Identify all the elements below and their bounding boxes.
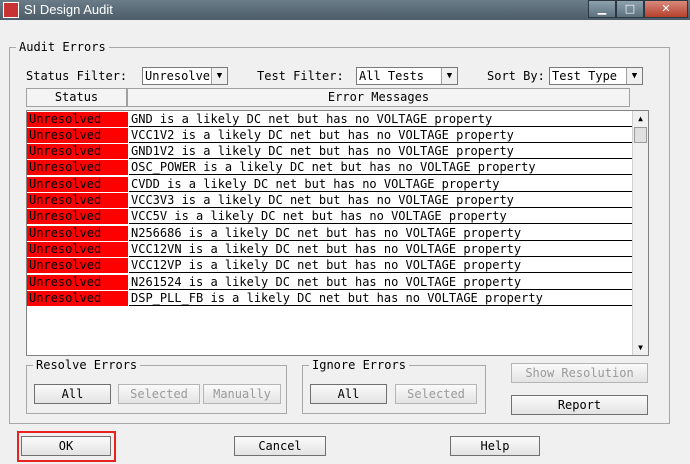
ignore-all-button[interactable]: All [310, 384, 387, 404]
app-icon [3, 2, 19, 18]
status-filter-value: Unresolve [145, 69, 211, 83]
message-cell: OSC_POWER is a likely DC net but has no … [129, 160, 632, 175]
table-row[interactable]: Unresolved OSC_POWER is a likely DC net b… [27, 160, 632, 176]
status-cell: Unresolved [27, 128, 128, 143]
status-cell: Unresolved [27, 291, 128, 306]
maximize-icon: □ [624, 2, 636, 15]
cancel-button[interactable]: Cancel [234, 436, 326, 456]
status-filter-label: Status Filter: [26, 69, 128, 83]
maximize-button[interactable]: □ [616, 0, 644, 18]
si-design-audit-window: SI Design Audit ▁ □ ✕ Audit Errors Statu… [0, 0, 690, 464]
help-button[interactable]: Help [450, 436, 540, 456]
table-row[interactable]: Unresolved VCC12VP is a likely DC net but… [27, 258, 632, 274]
close-button[interactable]: ✕ [644, 0, 688, 18]
status-cell: Unresolved [27, 275, 128, 290]
message-cell: VCC5V is a likely DC net but has no VOLT… [129, 209, 632, 224]
status-cell: Unresolved [27, 144, 128, 159]
test-filter-value: All Tests [359, 69, 425, 83]
table-row[interactable]: Unresolved N261524 is a likely DC net but… [27, 275, 632, 291]
resolve-manually-button[interactable]: Manually [203, 384, 281, 404]
table-row[interactable]: Unresolved VCC12VN is a likely DC net but… [27, 242, 632, 258]
message-cell: CVDD is a likely DC net but has no VOLTA… [129, 177, 632, 192]
message-cell: VCC1V2 is a likely DC net but has no VOL… [129, 128, 632, 143]
table-row[interactable]: Unresolved VCC5V is a likely DC net but h… [27, 209, 632, 225]
scrollbar-thumb[interactable] [634, 127, 647, 143]
resolve-all-button[interactable]: All [34, 384, 111, 404]
minimize-button[interactable]: ▁ [588, 0, 616, 18]
ignore-selected-button[interactable]: Selected [395, 384, 477, 404]
minimize-icon: ▁ [597, 2, 607, 15]
status-filter-select[interactable]: Unresolve ▼ [142, 67, 228, 85]
table-row[interactable]: Unresolved CVDD is a likely DC net but ha… [27, 177, 632, 193]
close-icon: ✕ [661, 2, 671, 15]
resolve-selected-button[interactable]: Selected [118, 384, 200, 404]
message-cell: DSP_PLL_FB is a likely DC net but has no… [129, 291, 632, 306]
message-cell: VCC12VN is a likely DC net but has no VO… [129, 242, 632, 257]
ok-highlight-box [17, 431, 116, 462]
table-row[interactable]: Unresolved DSP_PLL_FB is a likely DC net … [27, 291, 632, 307]
window-title: SI Design Audit [24, 2, 113, 17]
status-cell: Unresolved [27, 193, 128, 208]
table-row[interactable]: Unresolved GND1V2 is a likely DC net but … [27, 144, 632, 160]
status-cell: Unresolved [27, 112, 128, 127]
message-cell: VCC3V3 is a likely DC net but has no VOL… [129, 193, 632, 208]
message-cell: N256686 is a likely DC net but has no VO… [129, 226, 632, 241]
sort-by-select[interactable]: Test Type ▼ [549, 67, 643, 85]
status-cell: Unresolved [27, 226, 128, 241]
chevron-down-icon[interactable]: ▼ [441, 68, 457, 84]
status-cell: Unresolved [27, 177, 128, 192]
message-cell: GND1V2 is a likely DC net but has no VOL… [129, 144, 632, 159]
message-cell: VCC12VP is a likely DC net but has no VO… [129, 258, 632, 273]
status-cell: Unresolved [27, 160, 128, 175]
ignore-errors-label: Ignore Errors [309, 358, 409, 372]
sort-by-label: Sort By: [487, 69, 545, 83]
table-row[interactable]: Unresolved VCC3V3 is a likely DC net but … [27, 193, 632, 209]
table-row[interactable]: Unresolved VCC1V2 is a likely DC net but … [27, 128, 632, 144]
column-header-status[interactable]: Status [26, 88, 127, 107]
chevron-down-icon[interactable]: ▼ [211, 68, 227, 84]
sort-by-value: Test Type [552, 69, 618, 83]
report-button[interactable]: Report [511, 395, 648, 415]
vertical-scrollbar[interactable]: ▲ ▼ [632, 111, 648, 355]
arrow-up-icon[interactable]: ▲ [633, 111, 648, 126]
status-cell: Unresolved [27, 209, 128, 224]
arrow-down-icon[interactable]: ▼ [633, 340, 648, 355]
message-cell: GND is a likely DC net but has no VOLTAG… [129, 112, 632, 127]
resolve-errors-label: Resolve Errors [33, 358, 141, 372]
title-bar[interactable]: SI Design Audit ▁ □ ✕ [0, 0, 690, 20]
table-row[interactable]: Unresolved GND is a likely DC net but has… [27, 112, 632, 128]
audit-errors-label: Audit Errors [16, 40, 109, 54]
status-cell: Unresolved [27, 258, 128, 273]
error-list[interactable]: Unresolved GND is a likely DC net but has… [26, 110, 649, 356]
status-cell: Unresolved [27, 242, 128, 257]
message-cell: N261524 is a likely DC net but has no VO… [129, 275, 632, 290]
test-filter-select[interactable]: All Tests ▼ [356, 67, 458, 85]
test-filter-label: Test Filter: [257, 69, 344, 83]
table-row[interactable]: Unresolved N256686 is a likely DC net but… [27, 226, 632, 242]
column-header-error-messages[interactable]: Error Messages [127, 88, 630, 107]
chevron-down-icon[interactable]: ▼ [626, 68, 642, 84]
show-resolution-button[interactable]: Show Resolution [511, 363, 648, 383]
